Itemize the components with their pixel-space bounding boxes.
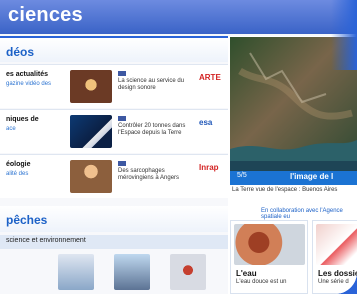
image-caption-text: La Terre vue de l'espace : Buenos Aires xyxy=(232,187,338,193)
video-row-title: niques de xyxy=(6,116,39,123)
image-caption-bar[interactable]: 5/5 l'image de l xyxy=(230,171,357,185)
videos-section-header: déos xyxy=(0,36,228,62)
video-row-subtitle: ace xyxy=(6,126,16,132)
feature-card-title: L'eau xyxy=(236,269,257,278)
feature-card-eau[interactable]: L'eau L'eau douce est un xyxy=(230,220,308,294)
feature-card-subtitle: Une série d xyxy=(318,279,349,285)
depeche-thumbnail[interactable] xyxy=(114,254,150,290)
video-row-1[interactable]: es actualités gazine vidéo des La scienc… xyxy=(0,64,228,108)
image-credit: En collaboration avec l'Agence spatiale … xyxy=(261,208,343,220)
feature-card-title: Les dossie xyxy=(318,269,357,278)
content-panel: ciences déos es actualités gazine vidéo … xyxy=(0,0,357,294)
feature-card-image xyxy=(316,224,357,265)
depeches-subheader: science et environnement xyxy=(0,235,228,249)
video-row-title: es actualités xyxy=(6,71,49,78)
feature-cards: L'eau L'eau douce est un Les dossie Une … xyxy=(230,220,357,294)
feature-card-dossiers[interactable]: Les dossie Une série d xyxy=(312,220,357,294)
feature-card-subtitle: L'eau douce est un xyxy=(236,279,287,285)
video-row-subtitle: alité des xyxy=(6,171,29,177)
video-thumbnail[interactable] xyxy=(70,70,112,103)
play-icon xyxy=(118,71,126,76)
video-thumbnail[interactable] xyxy=(70,115,112,148)
depeche-thumbnail[interactable] xyxy=(58,254,94,290)
video-provider-logo: Inrap xyxy=(199,163,219,172)
video-thumbnail[interactable] xyxy=(70,160,112,193)
video-row-3[interactable]: éologie alité des Des sarcophages mérovi… xyxy=(0,154,228,198)
site-brand[interactable]: ciences xyxy=(8,4,83,27)
video-row-description: La science au service du design sonore xyxy=(118,78,185,91)
image-title: l'image de l xyxy=(290,172,334,181)
videos-section-title[interactable]: déos xyxy=(6,45,34,59)
video-provider-logo: ARTE xyxy=(199,73,221,82)
play-icon xyxy=(118,161,126,166)
page-frame: ciences déos es actualités gazine vidéo … xyxy=(0,0,357,294)
depeches-section-header: pêches xyxy=(0,206,228,232)
video-row-description: Contrôler 20 tonnes dans l'Espace depuis… xyxy=(118,123,186,136)
depeche-thumbnail[interactable] xyxy=(170,254,206,290)
top-header-bar: ciences xyxy=(0,0,357,34)
video-row-description: Des sarcophages mérovingiens à Angers xyxy=(118,168,180,181)
depeches-section-title[interactable]: pêches xyxy=(6,213,47,227)
video-row-subtitle: gazine vidéo des xyxy=(6,81,52,87)
video-provider-logo: esa xyxy=(199,118,213,127)
image-counter: 5/5 xyxy=(237,172,247,179)
feature-card-image xyxy=(234,224,305,265)
video-row-title: éologie xyxy=(6,161,31,168)
window-edge-shadow xyxy=(331,0,357,70)
video-row-2[interactable]: niques de ace Contrôler 20 tonnes dans l… xyxy=(0,109,228,153)
depeches-category: science et environnement xyxy=(6,237,86,244)
play-icon xyxy=(118,116,126,121)
